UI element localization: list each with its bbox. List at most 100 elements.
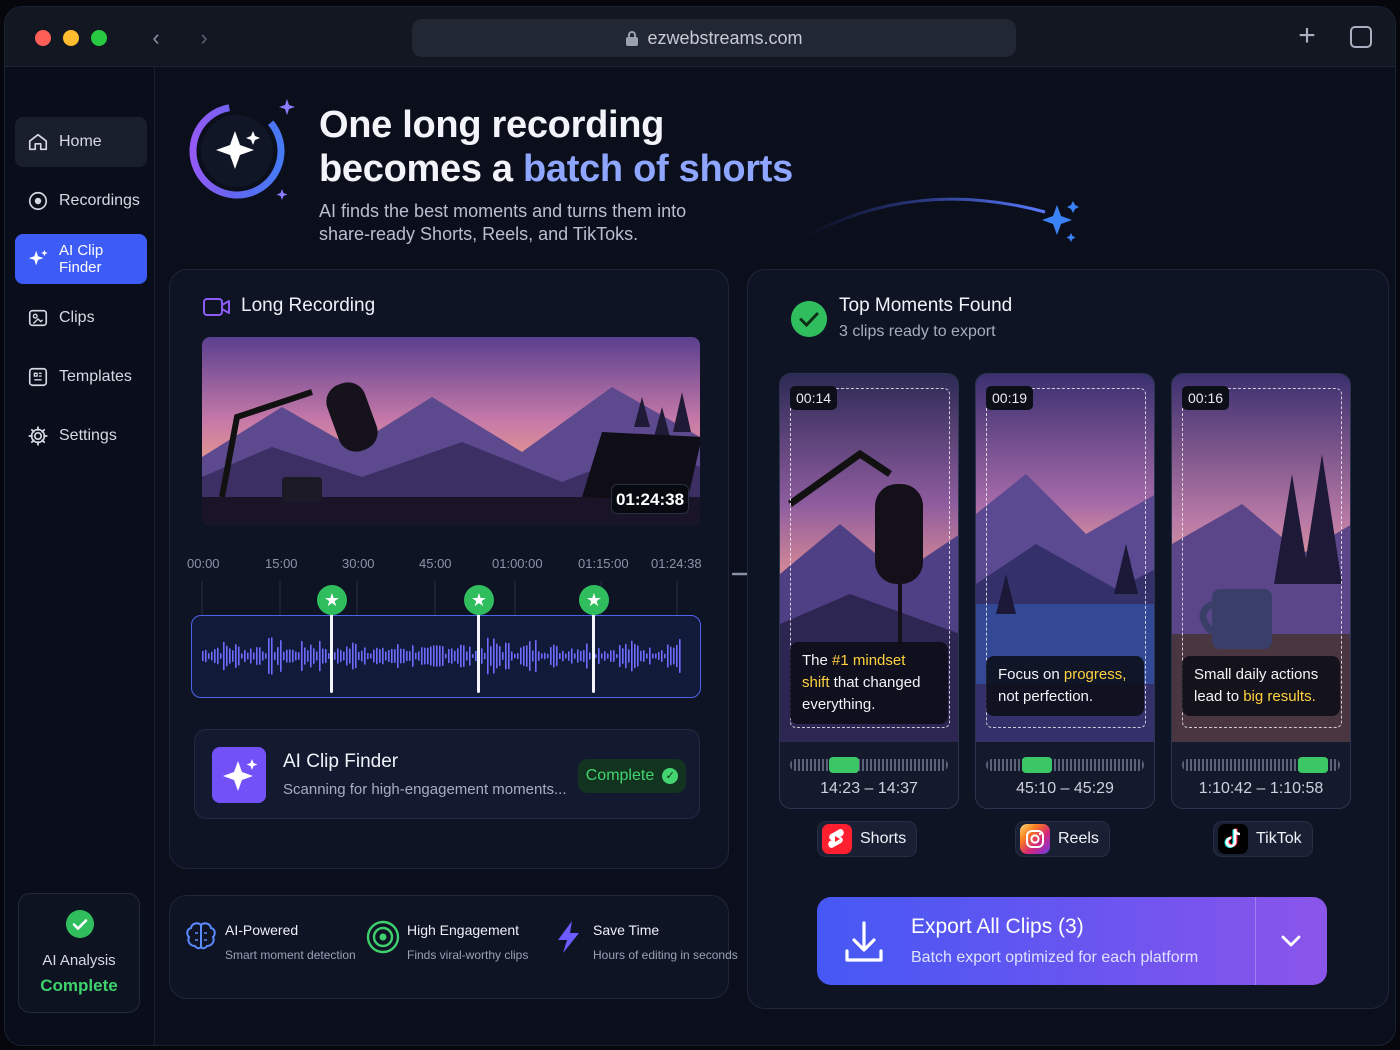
check-circle-icon [791, 301, 827, 337]
waveform-bar [451, 648, 453, 664]
waveform-bar [658, 651, 660, 661]
waveform-bar [523, 645, 525, 667]
new-tab-icon[interactable]: + [1293, 21, 1321, 51]
waveform-bar [667, 644, 669, 668]
templates-icon [28, 367, 48, 387]
moment-marker-star-icon[interactable]: ★ [317, 585, 347, 615]
waveform-bar [217, 647, 219, 665]
url-text: ezwebstreams.com [647, 27, 803, 48]
forward-icon[interactable]: › [191, 24, 217, 52]
clip-card[interactable]: 00:16 Small daily actions lead to big re… [1171, 373, 1351, 809]
waveform-bar [388, 649, 390, 663]
sidebar-item-settings[interactable]: Settings [15, 411, 147, 461]
instagram-icon [1020, 824, 1050, 854]
timeline-tick-label: 45:00 [419, 556, 452, 571]
waveform-bar [652, 653, 654, 659]
waveform-bar [670, 646, 672, 666]
waveform-bar [607, 653, 609, 659]
waveform-bar [598, 647, 600, 665]
waveform-bar [202, 650, 204, 662]
waveform-bar [418, 651, 420, 661]
waveform-bar [442, 645, 444, 667]
waveform-bar [481, 648, 483, 664]
audio-waveform[interactable] [191, 615, 701, 698]
waveform-bar [373, 649, 375, 663]
waveform-bar [553, 644, 555, 668]
waveform-bar [586, 643, 588, 669]
sidebar-item-recordings[interactable]: Recordings [15, 176, 147, 226]
platform-shorts-button[interactable]: Shorts [817, 821, 918, 857]
clip-card[interactable]: 00:19 Focus on progress, not perfection.… [975, 373, 1155, 809]
waveform-bar [223, 641, 225, 671]
timeline-tick-marks [201, 581, 678, 615]
platform-reels-button[interactable]: Reels [1015, 821, 1110, 857]
youtube-shorts-icon [822, 824, 852, 854]
waveform-bar [559, 652, 561, 660]
sidebar-item-ai-clip-finder[interactable]: AI Clip Finder [15, 234, 147, 284]
ai-clip-finder-subtitle: Scanning for high-engagement moments... [283, 781, 567, 798]
waveform-bar [457, 648, 459, 664]
waveform-bar [271, 637, 273, 675]
clip-selection-handle[interactable] [1298, 757, 1329, 773]
analysis-status-value: Complete [40, 976, 118, 995]
waveform-bar [397, 644, 399, 668]
sidebar-item-home[interactable]: Home [15, 117, 147, 167]
timeline-tick-label: 01:00:00 [492, 556, 543, 571]
waveform-bar [460, 644, 462, 668]
waveform-bar [367, 652, 369, 660]
waveform-bar [520, 647, 522, 665]
clip-scrubber[interactable] [790, 757, 948, 773]
waveform-bar [538, 651, 540, 661]
waveform-bar [358, 651, 360, 661]
waveform-bar [673, 647, 675, 665]
waveform-bar [295, 651, 297, 661]
close-window-button[interactable] [35, 30, 51, 46]
waveform-bar [349, 648, 351, 664]
waveform-bar [325, 648, 327, 664]
clip-scrubber[interactable] [986, 757, 1144, 773]
clip-selection-handle[interactable] [1021, 757, 1052, 773]
timeline-tick-label: 15:00 [265, 556, 298, 571]
clip-scrubber[interactable] [1182, 757, 1340, 773]
clip-card[interactable]: 00:14 The #1 mindset shift that changed … [779, 373, 959, 809]
waveform-bar [385, 651, 387, 661]
waveform-bar [466, 651, 468, 661]
top-moments-subtitle: 3 clips ready to export [839, 323, 996, 340]
export-all-clips-button[interactable]: Export All Clips (3) Batch export optimi… [817, 897, 1327, 985]
platform-tiktok-button[interactable]: TikTok [1213, 821, 1313, 857]
moment-marker-star-icon[interactable]: ★ [464, 585, 494, 615]
sidebar-item-templates[interactable]: Templates [15, 352, 147, 402]
back-icon[interactable]: ‹ [143, 24, 169, 52]
address-bar[interactable]: ezwebstreams.com [412, 19, 1016, 57]
record-icon [28, 191, 48, 211]
waveform-bar [589, 652, 591, 660]
waveform-bar [274, 651, 276, 661]
waveform-bar [490, 646, 492, 666]
waveform-bar [211, 651, 213, 661]
waveform-bar [226, 645, 228, 667]
waveform-bar [382, 647, 384, 665]
chevron-down-icon[interactable] [1273, 923, 1309, 959]
maximize-window-button[interactable] [91, 30, 107, 46]
waveform-bar [547, 653, 549, 659]
waveform-bar [550, 646, 552, 666]
minimize-window-button[interactable] [63, 30, 79, 46]
waveform-bar [544, 652, 546, 660]
sidebar-item-label: AI Clip Finder [59, 242, 104, 276]
clip-selection-handle[interactable] [828, 757, 859, 773]
home-icon [28, 133, 48, 151]
sidebar-item-clips[interactable]: Clips [15, 293, 147, 343]
moment-marker-line [592, 611, 595, 693]
sparkle-icon [28, 249, 48, 266]
waveform-bar [541, 653, 543, 659]
timeline-tick-label: 01:24:38 [651, 556, 702, 571]
moment-marker-star-icon[interactable]: ★ [579, 585, 609, 615]
features-panel [169, 895, 729, 999]
waveform-bar [496, 643, 498, 669]
tabs-overview-icon[interactable] [1347, 23, 1375, 51]
waveform-bar [319, 640, 321, 672]
waveform-bar [370, 653, 372, 659]
sidebar-item-label: Templates [59, 368, 132, 385]
timeline-tick-label: 01:15:00 [578, 556, 629, 571]
waveform-bar [310, 644, 312, 668]
